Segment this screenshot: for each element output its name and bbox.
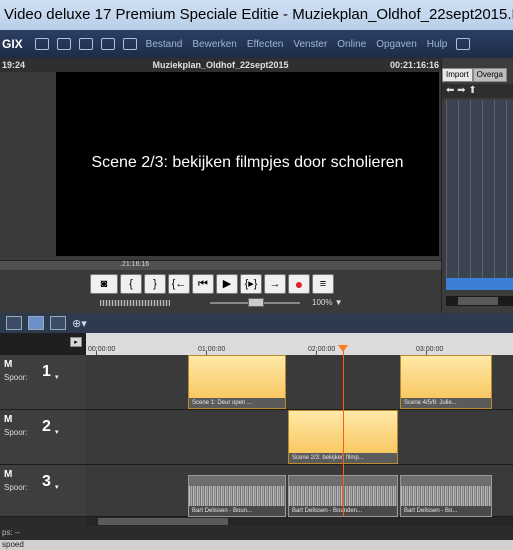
track-header-2[interactable]: M Spoor: 2 ▾ [0, 410, 86, 465]
timeline-toolbar: ⊕▾ [0, 313, 513, 333]
list-icon[interactable]: ≡ [312, 274, 334, 294]
track-dropdown-icon[interactable]: ▾ [55, 428, 59, 436]
help-pointer-icon[interactable] [122, 38, 137, 50]
extra-icon[interactable] [456, 38, 471, 50]
ruler-corner: ▸ [0, 333, 86, 355]
media-pool-scrollbar[interactable] [446, 296, 513, 306]
ruler-toggle-icon[interactable]: ▸ [70, 337, 82, 347]
track-dropdown-icon[interactable]: ▾ [55, 373, 59, 381]
link-icon[interactable] [100, 38, 115, 50]
track-number: 3 [42, 473, 51, 490]
media-pool-content[interactable] [446, 100, 513, 280]
menu-bewerken[interactable]: Bewerken [187, 39, 241, 50]
track-dropdown-icon[interactable]: ▾ [55, 483, 59, 491]
preview-project-name: Muziekplan_Oldhof_22sept2015 [152, 60, 289, 70]
clip-label: Bart Delissen - Bo... [401, 506, 491, 516]
menu-bar: GIX Bestand Bewerken Effecten Venster On… [0, 30, 513, 58]
mark-in-icon[interactable]: { [120, 274, 142, 294]
timeline-view-icon[interactable] [28, 316, 44, 330]
mute-lock-toggle[interactable]: M [4, 359, 12, 370]
track-number: 2 [42, 418, 51, 435]
menu-bestand[interactable]: Bestand [141, 39, 188, 50]
menu-online[interactable]: Online [332, 39, 371, 50]
track-label: Spoor: [4, 483, 28, 492]
mouse-mode-icon[interactable]: ⊕▾ [72, 317, 87, 330]
skip-back-icon[interactable]: ⏮ [192, 274, 214, 294]
tab-import[interactable]: Import [442, 68, 473, 82]
track-lane-3[interactable]: Bart Delissen - Boun... Bart Delissen - … [86, 465, 513, 517]
save-icon[interactable] [78, 38, 93, 50]
media-pool-tabs: Import Overga [442, 68, 513, 82]
preview-header: 19:24 Muziekplan_Oldhof_22sept2015 00:21… [0, 58, 441, 72]
jog-shuttle[interactable] [100, 300, 170, 306]
scene-title-text: Scene 2/3: bekijken filmpjes door scholi… [91, 154, 404, 171]
new-icon[interactable] [34, 38, 49, 50]
status-bar: ps: -- [0, 526, 513, 540]
media-pool-toolbar: ⬅ ➡ ⬆ [442, 84, 513, 98]
playhead-line[interactable] [343, 345, 344, 523]
ruler-label-3: 03:00:00 [416, 346, 444, 353]
transport-buttons: ◙ { } {← ⏮ ▶ {▸} → ● ≡ [90, 274, 334, 294]
camera-icon[interactable]: ◙ [90, 274, 118, 294]
zoom-percent[interactable]: 100% ▼ [312, 298, 343, 307]
record-icon[interactable]: ● [288, 274, 310, 294]
track-lane-1[interactable]: Scene 1: Deur open ... Scene 4/5/6: Juli… [86, 355, 513, 410]
menu-effecten[interactable]: Effecten [242, 39, 289, 50]
status-text: ps: -- [2, 528, 21, 537]
ruler-label-0: 00:00:00 [88, 346, 116, 353]
audio-clip[interactable]: Bart Delissen - Bo... [400, 475, 492, 517]
window-title: Video deluxe 17 Premium Speciale Editie … [4, 6, 513, 23]
menu-venster[interactable]: Venster [288, 39, 332, 50]
track-lane-2[interactable]: Scene 2/3: bekijken filmp... [86, 410, 513, 465]
menu-hulp[interactable]: Hulp [422, 39, 453, 50]
storyboard-view-icon[interactable] [6, 316, 22, 330]
track-header-1[interactable]: M Spoor: 1 ▾ [0, 355, 86, 410]
media-pool-panel: Import Overga ⬅ ➡ ⬆ [441, 58, 513, 313]
open-folder-icon[interactable] [56, 38, 71, 50]
track-number: 1 [42, 363, 51, 380]
next-marker-icon[interactable]: {▸} [240, 274, 262, 294]
clip-label: Bart Delissen - Boun... [189, 506, 285, 516]
transport-bar: .21:16:16 ◙ { } {← ⏮ ▶ {▸} → ● ≡ 100% ▼ [0, 260, 441, 313]
video-clip[interactable]: Scene 4/5/6: Julie... [400, 355, 492, 409]
zoom-bar: 100% ▼ [100, 298, 350, 308]
video-clip[interactable]: Scene 1: Deur open ... [188, 355, 286, 409]
audio-clip[interactable]: Bart Delissen - Boun... [188, 475, 286, 517]
clip-label: Scene 1: Deur open ... [189, 398, 285, 408]
clip-label: Scene 4/5/6: Julie... [401, 398, 491, 408]
timeline-ruler[interactable]: 00:00:00 01:00:00 02:00:00 03:00:00 [86, 333, 513, 355]
ruler-label-2: 02:00:00 [308, 346, 336, 353]
scrub-bar[interactable]: .21:16:16 [0, 260, 441, 270]
playhead-marker-icon[interactable] [338, 345, 348, 352]
scrub-timecode: .21:16:16 [120, 261, 150, 268]
window-title-bar: Video deluxe 17 Premium Speciale Editie … [0, 0, 513, 30]
app-logo: GIX [2, 37, 23, 51]
mute-lock-toggle[interactable]: M [4, 469, 12, 480]
back-arrow-icon[interactable]: ⬅ [446, 85, 454, 96]
timeline-scrollbar[interactable] [86, 517, 513, 526]
track-label: Spoor: [4, 373, 28, 382]
up-arrow-icon[interactable]: ⬆ [468, 85, 476, 96]
track-label: Spoor: [4, 428, 28, 437]
zoom-slider-handle[interactable] [248, 298, 264, 307]
mute-lock-toggle[interactable]: M [4, 414, 12, 425]
mark-out-icon[interactable]: } [144, 274, 166, 294]
tab-overgangen[interactable]: Overga [472, 68, 507, 82]
track-header-3[interactable]: M Spoor: 3 ▾ [0, 465, 86, 517]
menu-opgaven[interactable]: Opgaven [371, 39, 422, 50]
media-pool-selection[interactable] [446, 278, 513, 290]
play-icon[interactable]: ▶ [216, 274, 238, 294]
bottom-bar: spoed [0, 540, 513, 550]
video-screen[interactable]: Scene 2/3: bekijken filmpjes door scholi… [56, 72, 439, 256]
prev-marker-icon[interactable]: {← [168, 274, 190, 294]
bottom-text: spoed [2, 540, 24, 549]
scene-view-icon[interactable] [50, 316, 66, 330]
ruler-label-1: 01:00:00 [198, 346, 226, 353]
forward-arrow-icon[interactable]: ➡ [457, 85, 465, 96]
skip-forward-icon[interactable]: → [264, 274, 286, 294]
